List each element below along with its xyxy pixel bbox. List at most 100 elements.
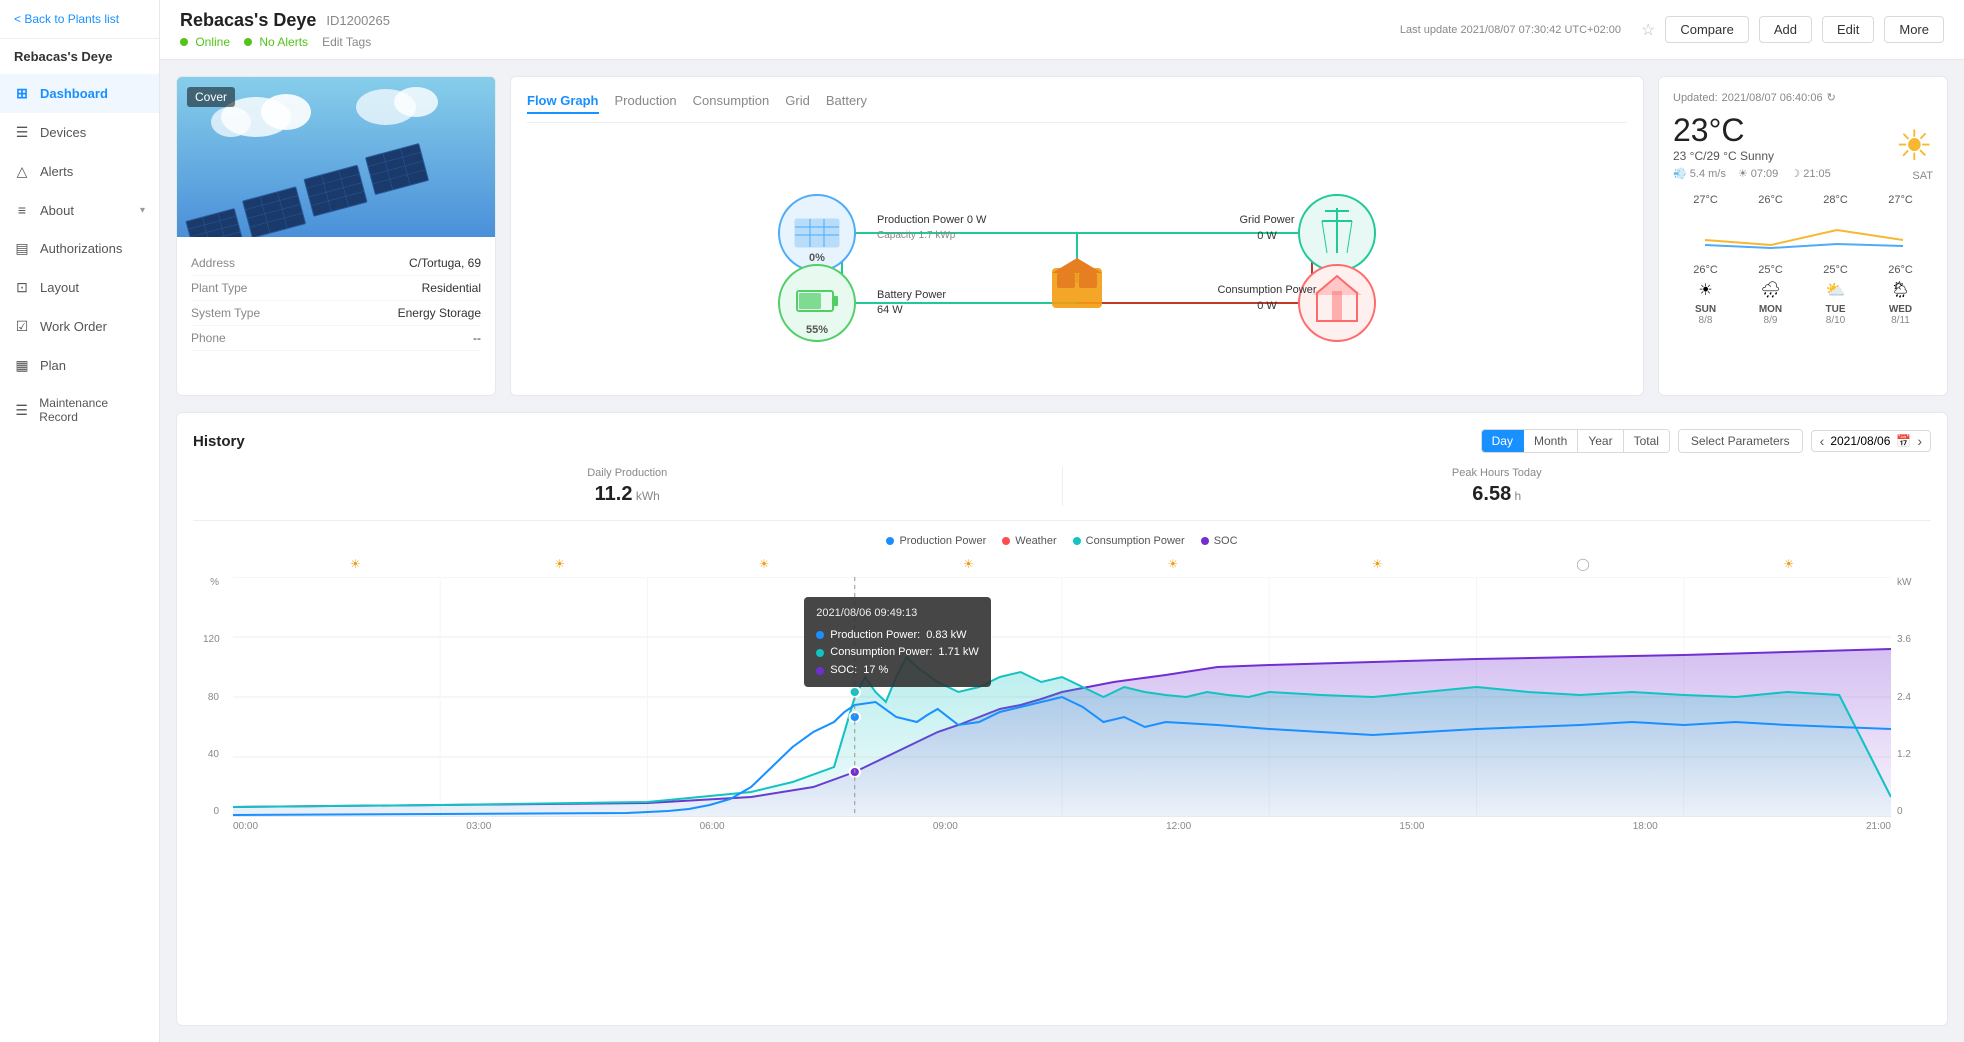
forecast-icon-1: 🌧	[1738, 280, 1803, 300]
compare-button[interactable]: Compare	[1665, 16, 1748, 43]
tab-consumption[interactable]: Consumption	[693, 93, 770, 114]
layout-icon: ⊡	[14, 279, 30, 296]
total-button[interactable]: Total	[1624, 430, 1669, 452]
chevron-down-icon: ▾	[140, 205, 145, 216]
x-label-2: 06:00	[700, 821, 725, 832]
tab-flow-graph[interactable]: Flow Graph	[527, 93, 599, 114]
edit-tags-link[interactable]: Edit Tags	[322, 35, 371, 49]
select-parameters-button[interactable]: Select Parameters	[1678, 429, 1803, 453]
phone-value: --	[473, 331, 481, 345]
history-header: History Day Month Year Total Select Para…	[193, 429, 1931, 453]
more-button[interactable]: More	[1884, 16, 1944, 43]
maintenance-icon: ☰	[14, 402, 29, 419]
weather-description: 23 °C/29 °C Sunny	[1673, 149, 1831, 163]
sidebar-item-label: Dashboard	[40, 86, 108, 101]
sidebar-item-work-order[interactable]: ☑ Work Order	[0, 307, 159, 346]
forecast-low-temps: 26°C 25°C 25°C 26°C	[1673, 264, 1933, 276]
sidebar-item-label: Devices	[40, 125, 86, 140]
sidebar-item-devices[interactable]: ☰ Devices	[0, 113, 159, 152]
weather-sun-3: ☀	[759, 557, 770, 571]
month-button[interactable]: Month	[1524, 430, 1578, 452]
forecast-day-2: TUE 8/10	[1803, 304, 1868, 326]
peak-hours-label: Peak Hours Today	[1063, 467, 1932, 479]
forecast-icon-0: ☀	[1673, 280, 1738, 300]
calendar-icon[interactable]: 📅	[1896, 434, 1911, 448]
day-button[interactable]: Day	[1482, 430, 1524, 452]
x-label-1: 03:00	[466, 821, 491, 832]
weather-meta: 💨 5.4 m/s ☀ 07:09 ☽ 21:05	[1673, 167, 1831, 180]
legend-soc-label: SOC	[1214, 535, 1238, 547]
sidebar-item-layout[interactable]: ⊡ Layout	[0, 268, 159, 307]
date-display: 2021/08/06	[1830, 434, 1890, 448]
add-button[interactable]: Add	[1759, 16, 1812, 43]
favorite-button[interactable]: ☆	[1641, 20, 1655, 40]
weather-main: 23°C 23 °C/29 °C Sunny 💨 5.4 m/s ☀ 07:09…	[1673, 112, 1933, 190]
forecast-temp-2: 28°C	[1803, 194, 1868, 206]
refresh-icon[interactable]: ↻	[1827, 91, 1836, 104]
legend-weather: Weather	[1002, 535, 1056, 547]
forecast-days-row: SUN 8/8 MON 8/9 TUE 8/10 WED 8/11	[1673, 304, 1933, 326]
weather-updated: Updated: 2021/08/07 06:40:06 ↻	[1673, 91, 1933, 104]
system-type-label: System Type	[191, 306, 260, 320]
online-badge: Online	[180, 35, 230, 49]
sidebar-item-dashboard[interactable]: ⊞ Dashboard	[0, 74, 159, 113]
forecast-temp-1: 26°C	[1738, 194, 1803, 206]
tab-battery[interactable]: Battery	[826, 93, 867, 114]
sidebar-item-plan[interactable]: ▦ Plan	[0, 346, 159, 385]
daily-production-value: 11.2 kWh	[193, 483, 1062, 506]
plant-type-label: Plant Type	[191, 281, 247, 295]
sidebar-item-label: Work Order	[40, 319, 107, 334]
tab-grid[interactable]: Grid	[785, 93, 810, 114]
sidebar-item-about[interactable]: ≡ About ▾	[0, 191, 159, 229]
system-type-value: Energy Storage	[398, 306, 481, 320]
x-label-6: 18:00	[1633, 821, 1658, 832]
weather-sun-5: ☀	[1167, 557, 1178, 571]
forecast-day-3: WED 8/11	[1868, 304, 1933, 326]
legend-soc: SOC	[1201, 535, 1238, 547]
sunset-time: ☽ 21:05	[1790, 167, 1830, 180]
weather-sun-7: ☀	[1783, 557, 1794, 571]
address-label: Address	[191, 256, 235, 270]
forecast-low-3: 26°C	[1868, 264, 1933, 276]
main-content: Rebacas's Deye ID1200265 Online No Alert…	[160, 0, 1964, 1042]
header-badges: Online No Alerts Edit Tags	[180, 35, 390, 49]
svg-text:0 W: 0 W	[1257, 300, 1277, 312]
tab-production[interactable]: Production	[615, 93, 677, 114]
top-row: Cover Address C/Tortuga, 69 Plant Type R…	[176, 76, 1948, 396]
forecast-icon-3: 🌦	[1868, 280, 1933, 300]
sidebar-item-label: Alerts	[40, 164, 73, 179]
chart-container: % 120 80 40 0 kW 3.6 2.4 1.2 0	[203, 577, 1921, 832]
flow-graph-card: Flow Graph Production Consumption Grid B…	[510, 76, 1644, 396]
peak-hours-stat: Peak Hours Today 6.58 h	[1063, 467, 1932, 506]
edit-button[interactable]: Edit	[1822, 16, 1874, 43]
forecast-low-1: 25°C	[1738, 264, 1803, 276]
chart-svg	[233, 577, 1891, 817]
header-left: Rebacas's Deye ID1200265 Online No Alert…	[180, 10, 390, 49]
temperature-display: 23°C 23 °C/29 °C Sunny 💨 5.4 m/s ☀ 07:09…	[1673, 112, 1831, 190]
forecast-icons-row: ☀ 🌧 ⛅ 🌦	[1673, 280, 1933, 300]
about-icon: ≡	[14, 202, 30, 218]
sidebar-item-authorizations[interactable]: ▤ Authorizations	[0, 229, 159, 268]
sidebar: < Back to Plants list Rebacas's Deye ⊞ D…	[0, 0, 160, 1042]
x-label-3: 09:00	[933, 821, 958, 832]
forecast-temp-3: 27°C	[1868, 194, 1933, 206]
svg-text:Battery Power: Battery Power	[877, 289, 946, 301]
x-label-4: 12:00	[1166, 821, 1191, 832]
legend-consumption: Consumption Power	[1073, 535, 1185, 547]
legend-production-label: Production Power	[899, 535, 986, 547]
sidebar-plant-name: Rebacas's Deye	[0, 39, 159, 74]
sunrise-time: ☀ 07:09	[1738, 167, 1778, 180]
date-prev-button[interactable]: ‹	[1820, 433, 1825, 449]
sidebar-item-maintenance-record[interactable]: ☰ Maintenance Record	[0, 385, 159, 435]
svg-text:0%: 0%	[809, 252, 825, 264]
chart-weather-icons: ☀ ☀ ☀ ☀ ☀ ☀ ◯ ☀	[253, 557, 1891, 571]
stats-row: Daily Production 11.2 kWh Peak Hours Tod…	[193, 467, 1931, 521]
date-next-button[interactable]: ›	[1917, 433, 1922, 449]
forecast-temp-0: 27°C	[1673, 194, 1738, 206]
back-to-plants-link[interactable]: < Back to Plants list	[0, 0, 159, 39]
weather-card: Updated: 2021/08/07 06:40:06 ↻ 23°C 23 °…	[1658, 76, 1948, 396]
x-axis: 00:00 03:00 06:00 09:00 12:00 15:00 18:0…	[233, 821, 1891, 832]
plan-icon: ▦	[14, 357, 30, 374]
year-button[interactable]: Year	[1578, 430, 1623, 452]
sidebar-item-alerts[interactable]: △ Alerts	[0, 152, 159, 191]
